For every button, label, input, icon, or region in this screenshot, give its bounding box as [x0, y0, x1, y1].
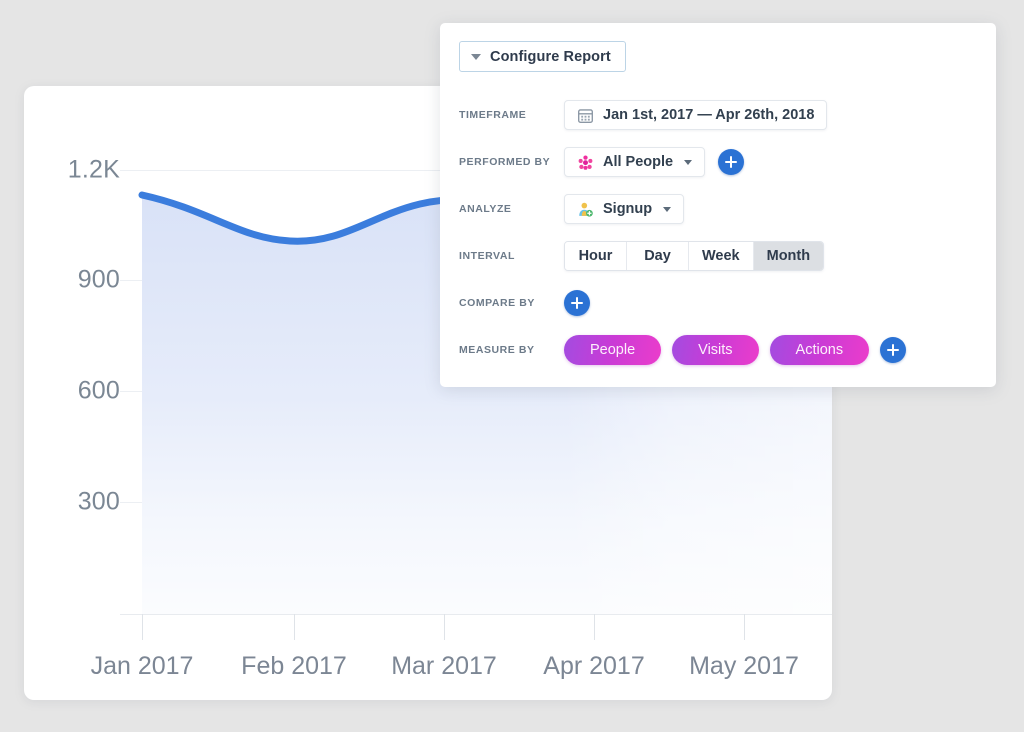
row-label-compare-by: COMPARE BY [459, 297, 535, 309]
measure-pill-visits[interactable]: Visits [672, 335, 759, 365]
axis-line [120, 614, 832, 615]
y-axis-tick-label: 300 [77, 487, 120, 516]
analyze-value: Signup [603, 201, 653, 217]
performed-by-select[interactable]: All People [564, 147, 706, 177]
y-axis-tick-label: 1.2K [67, 155, 120, 184]
measure-pill-actions[interactable]: Actions [769, 335, 870, 365]
add-performed-by-button[interactable] [718, 149, 745, 175]
row-label-timeframe: TIMEFRAME [459, 109, 527, 121]
plus-icon [887, 344, 900, 356]
chevron-down-icon [684, 159, 693, 165]
screen: 1.2K 900 600 300 Jan 2017 Feb 2017 Mar 2… [0, 0, 1024, 732]
chart-y-axis: 1.2K 900 600 300 [24, 86, 120, 700]
x-axis-tick [744, 614, 745, 640]
y-axis-tick-label: 900 [77, 265, 120, 294]
timeframe-date-range-field[interactable]: Jan 1st, 2017 — Apr 26th, 2018 [564, 100, 828, 130]
form-row-compare-by: COMPARE BY [459, 288, 984, 318]
calendar-icon [578, 108, 593, 123]
x-axis-tick-label: Mar 2017 [391, 652, 497, 680]
interval-option-week[interactable]: Week [689, 242, 754, 270]
interval-segmented-control: Hour Day Week Month [564, 241, 825, 271]
analyze-select[interactable]: Signup [564, 194, 685, 224]
measure-pill-people[interactable]: People [564, 335, 662, 365]
form-row-performed-by: PERFORMED BY All People [459, 147, 984, 177]
row-label-performed-by: PERFORMED BY [459, 156, 551, 168]
chevron-down-icon [471, 53, 481, 60]
row-label-analyze: ANALYZE [459, 203, 512, 215]
form-row-interval: INTERVAL Hour Day Week Month [459, 241, 984, 271]
configure-report-panel: Configure Report TIMEFRAME Jan 1st, 2017… [440, 23, 996, 387]
x-axis-tick-label: Jan 2017 [90, 652, 194, 680]
interval-option-hour[interactable]: Hour [565, 242, 627, 270]
interval-option-day[interactable]: Day [627, 242, 689, 270]
interval-option-month[interactable]: Month [753, 242, 824, 270]
chart-x-axis: Jan 2017 Feb 2017 Mar 2017 Apr 2017 May … [91, 614, 832, 700]
x-axis-tick-label: Apr 2017 [543, 652, 645, 680]
form-row-timeframe: TIMEFRAME Jan 1st, 2017 — Apr 26th, 2018 [459, 100, 984, 130]
add-measure-by-button[interactable] [880, 337, 907, 363]
x-axis-tick [594, 614, 595, 640]
row-label-interval: INTERVAL [459, 250, 515, 262]
person-signup-icon [579, 202, 593, 217]
timeframe-value: Jan 1st, 2017 — Apr 26th, 2018 [603, 107, 815, 123]
form-row-analyze: ANALYZE Signup [459, 194, 984, 224]
add-compare-by-button[interactable] [564, 290, 590, 316]
people-group-icon [578, 154, 593, 170]
row-label-measure-by: MEASURE BY [459, 344, 535, 356]
y-axis-tick-label: 600 [77, 376, 120, 405]
form-row-measure-by: MEASURE BY People Visits Actions [459, 335, 984, 365]
performed-by-value: All People [603, 154, 674, 170]
plus-icon [571, 297, 583, 309]
x-axis-tick [294, 614, 295, 640]
x-axis-tick [444, 614, 445, 640]
chevron-down-icon [663, 206, 672, 212]
x-axis-tick [142, 614, 143, 640]
x-axis-tick-label: Feb 2017 [241, 652, 347, 680]
x-axis-tick-label: May 2017 [689, 652, 799, 680]
configure-form: TIMEFRAME Jan 1st, 2017 — Apr 26th, 2018… [459, 100, 984, 365]
configure-report-button[interactable]: Configure Report [459, 41, 626, 72]
configure-report-button-label: Configure Report [490, 48, 611, 65]
plus-icon [725, 156, 738, 168]
